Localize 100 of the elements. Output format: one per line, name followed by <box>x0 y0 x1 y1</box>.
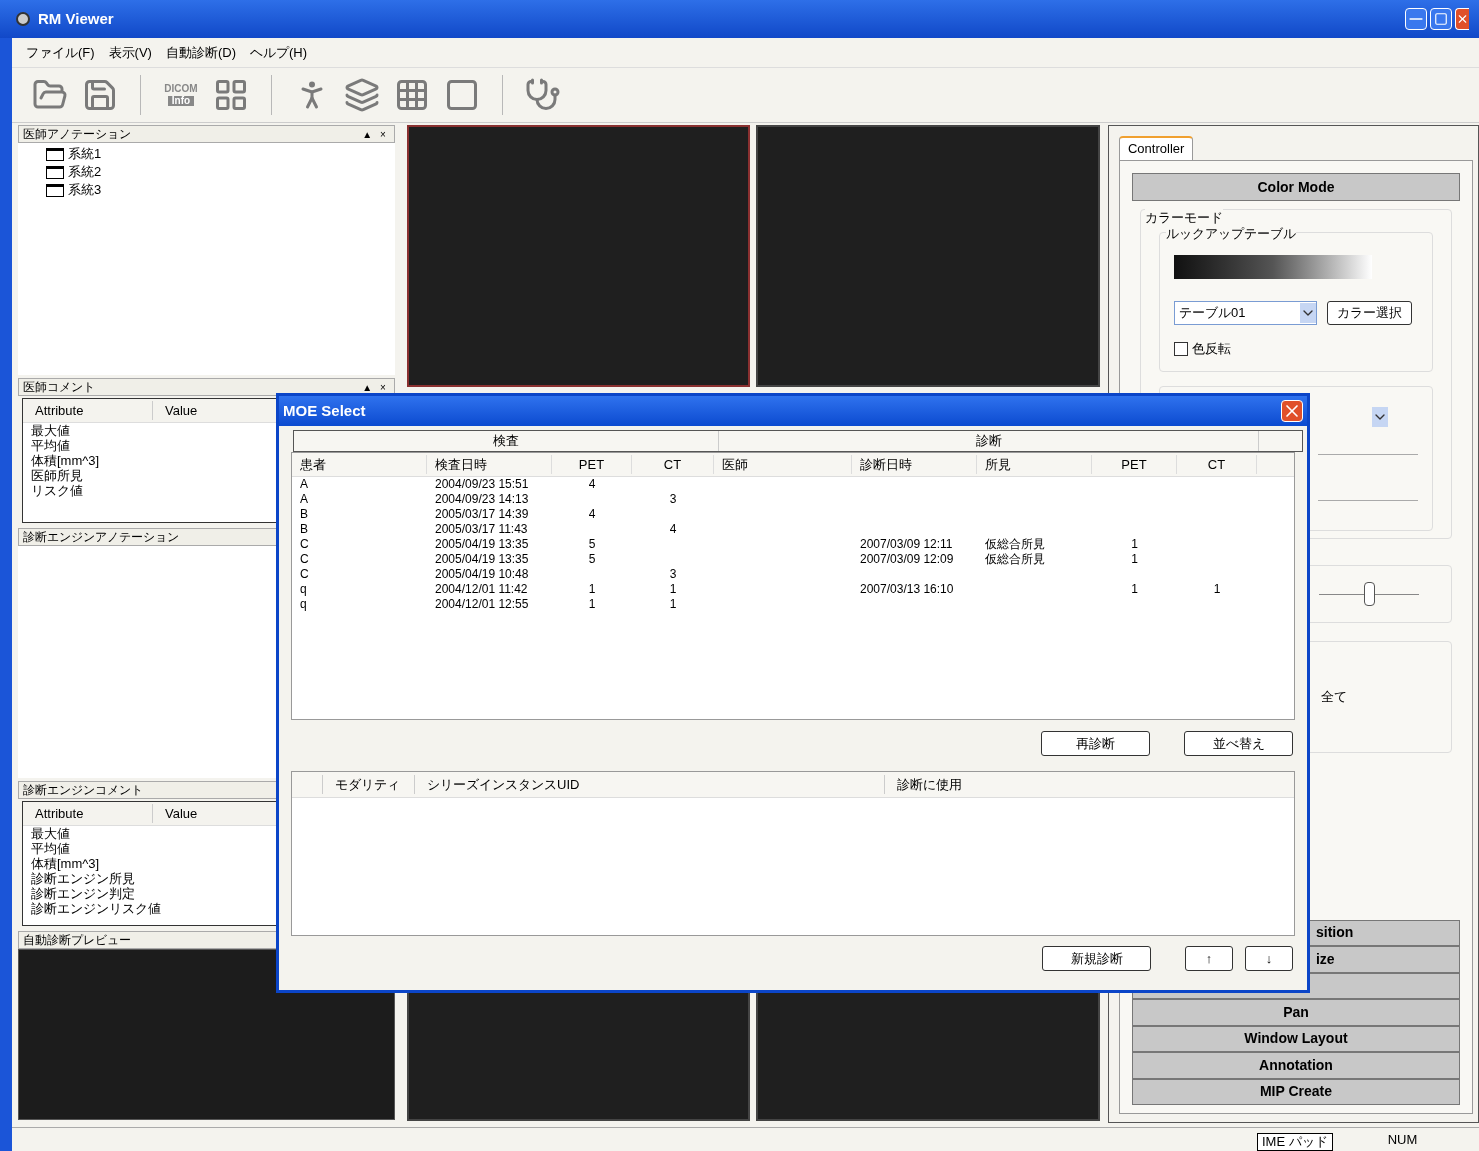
attribute-name: 平均値 <box>31 841 70 856</box>
table-select[interactable]: テーブル01 <box>1174 301 1317 325</box>
menu-item[interactable]: 自動診断(D) <box>165 42 236 63</box>
column-group-header[interactable]: 診断 <box>719 431 1259 451</box>
dialog-button[interactable]: ↓ <box>1245 946 1293 971</box>
column-group-header[interactable]: 検査 <box>294 431 719 451</box>
section-header[interactable]: Color Mode <box>1132 173 1460 201</box>
panel-title: 診断エンジンコメント <box>23 782 143 799</box>
panel-control[interactable]: ▲ <box>362 126 373 142</box>
tree-item[interactable]: 系統3 <box>68 180 102 200</box>
table-cell: 2007/03/09 12:09 <box>860 552 954 566</box>
dialog-button[interactable]: 並べ替え <box>1184 731 1293 756</box>
table-cell: C <box>300 567 309 581</box>
menu-item[interactable]: ファイル(F) <box>26 42 95 63</box>
panel-control[interactable]: × <box>380 379 386 395</box>
table-cell: A <box>300 477 308 491</box>
table-cell: q <box>300 597 307 611</box>
close-icon[interactable] <box>1281 400 1303 422</box>
image-viewport[interactable] <box>406 125 751 387</box>
table-cell: C <box>300 552 309 566</box>
column-header[interactable]: Value <box>153 803 198 824</box>
table-cell: 4 <box>588 507 596 521</box>
column-header[interactable]: シリーズインスタンスUID <box>414 774 884 795</box>
ime-pad-label[interactable]: IME パッド <box>1257 1133 1333 1151</box>
column-header[interactable]: 検査日時 <box>427 454 552 475</box>
table-cell: 4 <box>588 477 596 491</box>
layout-grid-icon[interactable] <box>213 77 249 113</box>
section-header[interactable]: MIP Create <box>1132 1078 1460 1105</box>
attribute-name: 最大値 <box>31 826 70 841</box>
close-icon[interactable] <box>1455 8 1469 30</box>
table-cell: 2005/04/19 10:48 <box>435 567 529 581</box>
column-header[interactable]: 診断に使用 <box>884 774 976 795</box>
stacked-images-icon[interactable] <box>344 77 380 113</box>
table-cell: 1 <box>1213 582 1221 596</box>
attribute-name: 診断エンジン判定 <box>31 886 135 901</box>
table-cell: 4 <box>669 522 677 536</box>
menu-item[interactable]: ヘルプ(H) <box>250 42 308 63</box>
menu-item[interactable]: 表示(V) <box>108 42 152 63</box>
maximize-icon[interactable] <box>1430 8 1452 30</box>
table-cell: 1 <box>588 597 596 611</box>
table-cell: 仮総合所見 <box>985 552 1045 566</box>
color-select-button[interactable]: カラー選択 <box>1327 301 1412 325</box>
section-header[interactable]: Annotation <box>1132 1052 1460 1079</box>
panel-control[interactable]: × <box>380 126 386 142</box>
section-header[interactable]: Pan <box>1132 999 1460 1026</box>
column-header[interactable]: Value <box>153 400 198 421</box>
table-cell: 2005/03/17 11:43 <box>435 522 528 536</box>
attribute-name: 体積[mm^3] <box>31 453 100 468</box>
table-cell: B <box>300 507 308 521</box>
table-cell: 3 <box>669 567 677 581</box>
checkbox-label: 色反転 <box>1192 340 1231 358</box>
column-header[interactable]: 診断日時 <box>852 454 977 475</box>
tree-item[interactable]: 系統2 <box>68 162 102 182</box>
slider-thumb[interactable] <box>1364 581 1375 606</box>
minimize-icon[interactable] <box>1405 8 1427 30</box>
image-frame-icon[interactable] <box>444 77 480 113</box>
column-header[interactable]: 所見 <box>977 454 1092 475</box>
attribute-name: 医師所見 <box>31 468 83 483</box>
column-header[interactable]: PET <box>1092 454 1177 475</box>
table-cell: 3 <box>669 492 677 506</box>
column-header[interactable]: CT <box>632 454 714 475</box>
section-header[interactable]: Window Layout <box>1132 1025 1460 1052</box>
column-header[interactable]: CT <box>1177 454 1257 475</box>
table-cell: 1 <box>588 582 596 596</box>
checkbox[interactable] <box>1174 341 1188 356</box>
column-header[interactable]: Attribute <box>23 400 153 421</box>
table-cell: 1 <box>1131 582 1138 596</box>
table-cell: 2007/03/09 12:11 <box>860 537 953 551</box>
table-cell: 2005/04/19 13:35 <box>435 552 529 566</box>
dialog-title: MOE Select <box>283 400 366 421</box>
panel-title: 医師コメント <box>23 379 95 396</box>
table-cell: C <box>300 537 309 551</box>
dicom-info-button[interactable]: DICOM Info <box>163 84 199 106</box>
tile-grid-icon[interactable] <box>394 77 430 113</box>
panel-control[interactable]: ▲ <box>362 379 373 395</box>
stethoscope-icon[interactable] <box>525 77 561 113</box>
attribute-name: 診断エンジン所見 <box>31 871 135 886</box>
table-cell: 1 <box>669 582 677 596</box>
column-header[interactable]: 患者 <box>292 454 427 475</box>
dialog-button[interactable]: ↑ <box>1185 946 1233 971</box>
column-header[interactable]: Attribute <box>23 803 153 824</box>
table-cell: 2004/09/23 14:13 <box>435 492 529 506</box>
column-header[interactable]: PET <box>552 454 632 475</box>
column-header[interactable]: モダリティ <box>322 774 414 795</box>
table-cell: 仮総合所見 <box>985 537 1045 551</box>
attribute-name: 最大値 <box>31 423 70 438</box>
table-cell: 5 <box>588 537 596 551</box>
column-header[interactable]: 医師 <box>714 454 852 475</box>
panel-tab[interactable]: Controller <box>1119 136 1194 160</box>
dialog-button[interactable]: 再診断 <box>1041 731 1150 756</box>
window-icon <box>46 147 64 161</box>
save-icon[interactable] <box>82 77 118 113</box>
panel-title: 自動診断プレビュー <box>23 932 131 949</box>
option-label: 全て <box>1321 688 1347 707</box>
dialog-button[interactable]: 新規診断 <box>1042 946 1151 971</box>
panel-title: 医師アノテーション <box>23 126 131 143</box>
table-cell: B <box>300 522 308 536</box>
window-title: RM Viewer <box>38 8 114 29</box>
table-cell: 1 <box>1131 537 1138 551</box>
tree-item[interactable]: 系統1 <box>68 144 102 164</box>
